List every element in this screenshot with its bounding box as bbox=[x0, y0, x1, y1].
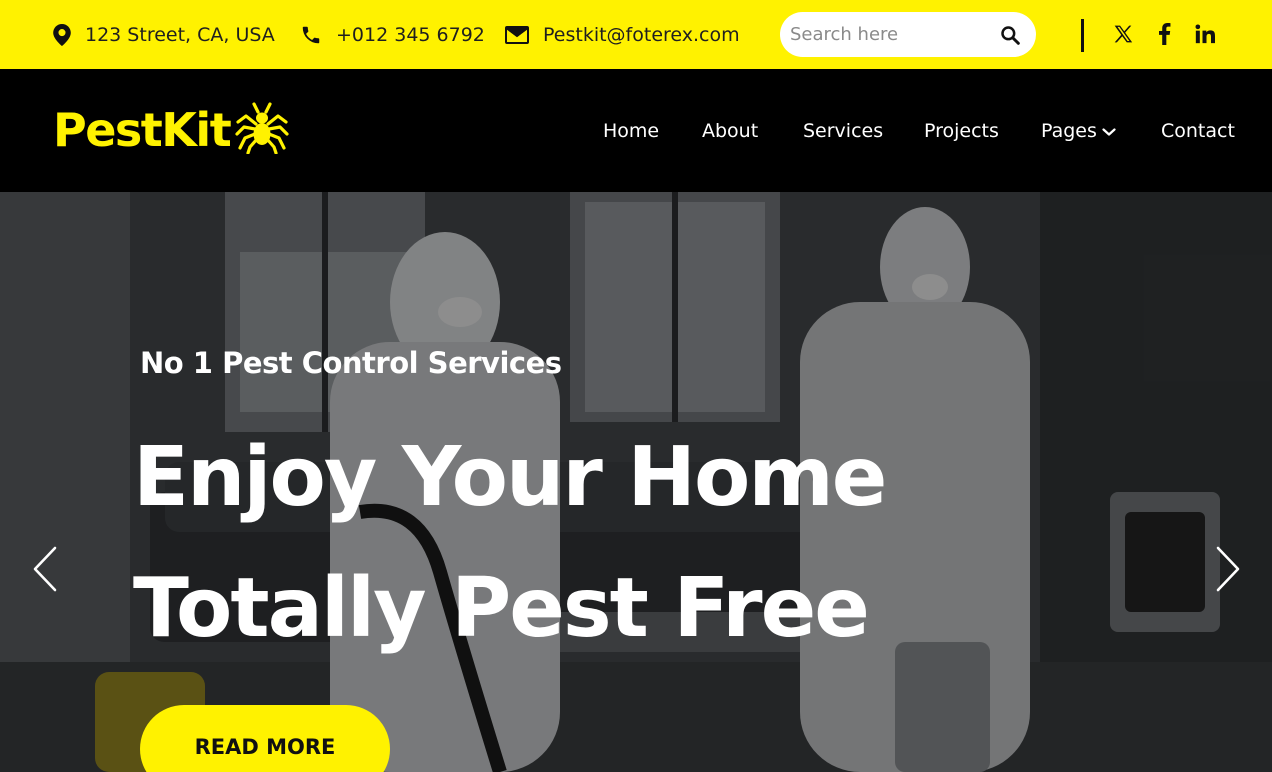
email-info: Pestkit@foterex.com bbox=[505, 0, 740, 69]
top-bar: 123 Street, CA, USA +012 345 6792 Pestki… bbox=[0, 0, 1272, 69]
nav-pages-dropdown[interactable]: Pages bbox=[1041, 69, 1116, 192]
brand-logo[interactable]: PestKit bbox=[53, 97, 290, 163]
chevron-down-icon bbox=[1102, 120, 1116, 142]
envelope-icon bbox=[505, 25, 529, 44]
search-box bbox=[780, 12, 1036, 57]
linkedin-icon[interactable] bbox=[1193, 21, 1217, 47]
read-more-button[interactable]: READ MORE bbox=[140, 705, 390, 772]
nav-home[interactable]: Home bbox=[603, 69, 659, 192]
spider-icon bbox=[230, 102, 290, 158]
search-icon[interactable] bbox=[1000, 25, 1020, 45]
phone-icon bbox=[300, 24, 322, 46]
location-pin-icon bbox=[53, 23, 71, 46]
nav-projects[interactable]: Projects bbox=[924, 69, 999, 192]
hero-slider: No 1 Pest Control Services Enjoy Your Ho… bbox=[0, 192, 1272, 772]
nav-services[interactable]: Services bbox=[803, 69, 883, 192]
brand-name: PestKit bbox=[53, 103, 232, 157]
carousel-prev-arrow-icon[interactable] bbox=[30, 544, 60, 594]
address-text: 123 Street, CA, USA bbox=[85, 23, 275, 46]
x-icon[interactable] bbox=[1111, 21, 1135, 47]
phone-text: +012 345 6792 bbox=[336, 23, 485, 46]
nav-about[interactable]: About bbox=[702, 69, 758, 192]
phone-info: +012 345 6792 bbox=[300, 0, 485, 69]
facebook-icon[interactable] bbox=[1152, 21, 1176, 47]
divider bbox=[1081, 19, 1084, 52]
nav-pages-label: Pages bbox=[1041, 119, 1097, 142]
hero-subtitle: No 1 Pest Control Services bbox=[140, 346, 562, 380]
carousel-next-arrow-icon[interactable] bbox=[1213, 544, 1243, 594]
main-navbar: PestKit Home About Services Projects Pag… bbox=[0, 69, 1272, 192]
email-text[interactable]: Pestkit@foterex.com bbox=[543, 24, 740, 46]
nav-contact[interactable]: Contact bbox=[1161, 69, 1235, 192]
search-input[interactable] bbox=[790, 12, 995, 57]
hero-title: Enjoy Your Home Totally Pest Free bbox=[133, 430, 887, 656]
address-info: 123 Street, CA, USA bbox=[53, 0, 275, 69]
